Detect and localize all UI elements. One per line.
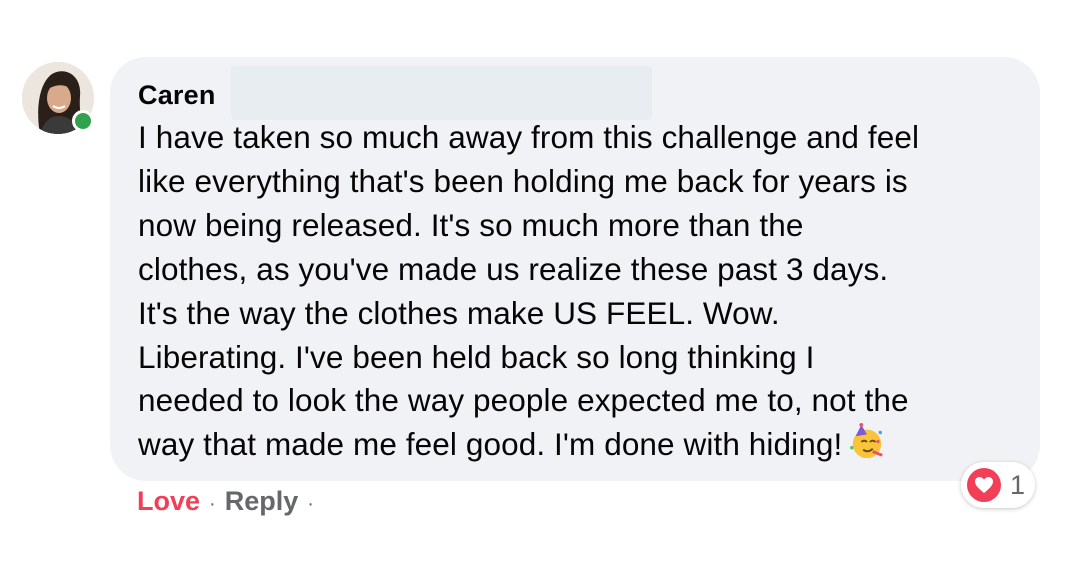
redacted-name-area	[231, 66, 652, 120]
comment-line: like everything that's been holding me b…	[138, 162, 908, 199]
heart-icon	[967, 468, 1001, 502]
comment-line-text: way that made me feel good. I'm done wit…	[138, 426, 843, 463]
comment-author[interactable]: Caren	[138, 80, 216, 111]
comment-line: now being released. It's so much more th…	[138, 206, 804, 243]
comment-actions: Love · Reply ·	[137, 486, 323, 517]
comment-line-last: way that made me feel good. I'm done wit…	[138, 423, 1028, 467]
comment-line: needed to look the way people expected m…	[138, 382, 909, 419]
separator-dot: ·	[307, 493, 314, 515]
online-status-indicator	[72, 110, 94, 132]
comment-text: I have taken so much away from this chal…	[138, 116, 1028, 467]
reaction-summary[interactable]: 1	[961, 462, 1035, 508]
partying-face-icon	[850, 423, 884, 459]
separator-dot: ·	[209, 493, 216, 515]
comment-line: I have taken so much away from this chal…	[138, 119, 920, 155]
love-reaction-button[interactable]: Love	[137, 486, 200, 517]
comment-line: Liberating. I've been held back so long …	[138, 338, 815, 375]
reaction-count: 1	[1010, 469, 1026, 500]
comment-line: It's the way the clothes make US FEEL. W…	[138, 294, 780, 331]
reply-button[interactable]: Reply	[225, 486, 299, 517]
comment-line: clothes, as you've made us realize these…	[138, 250, 889, 287]
